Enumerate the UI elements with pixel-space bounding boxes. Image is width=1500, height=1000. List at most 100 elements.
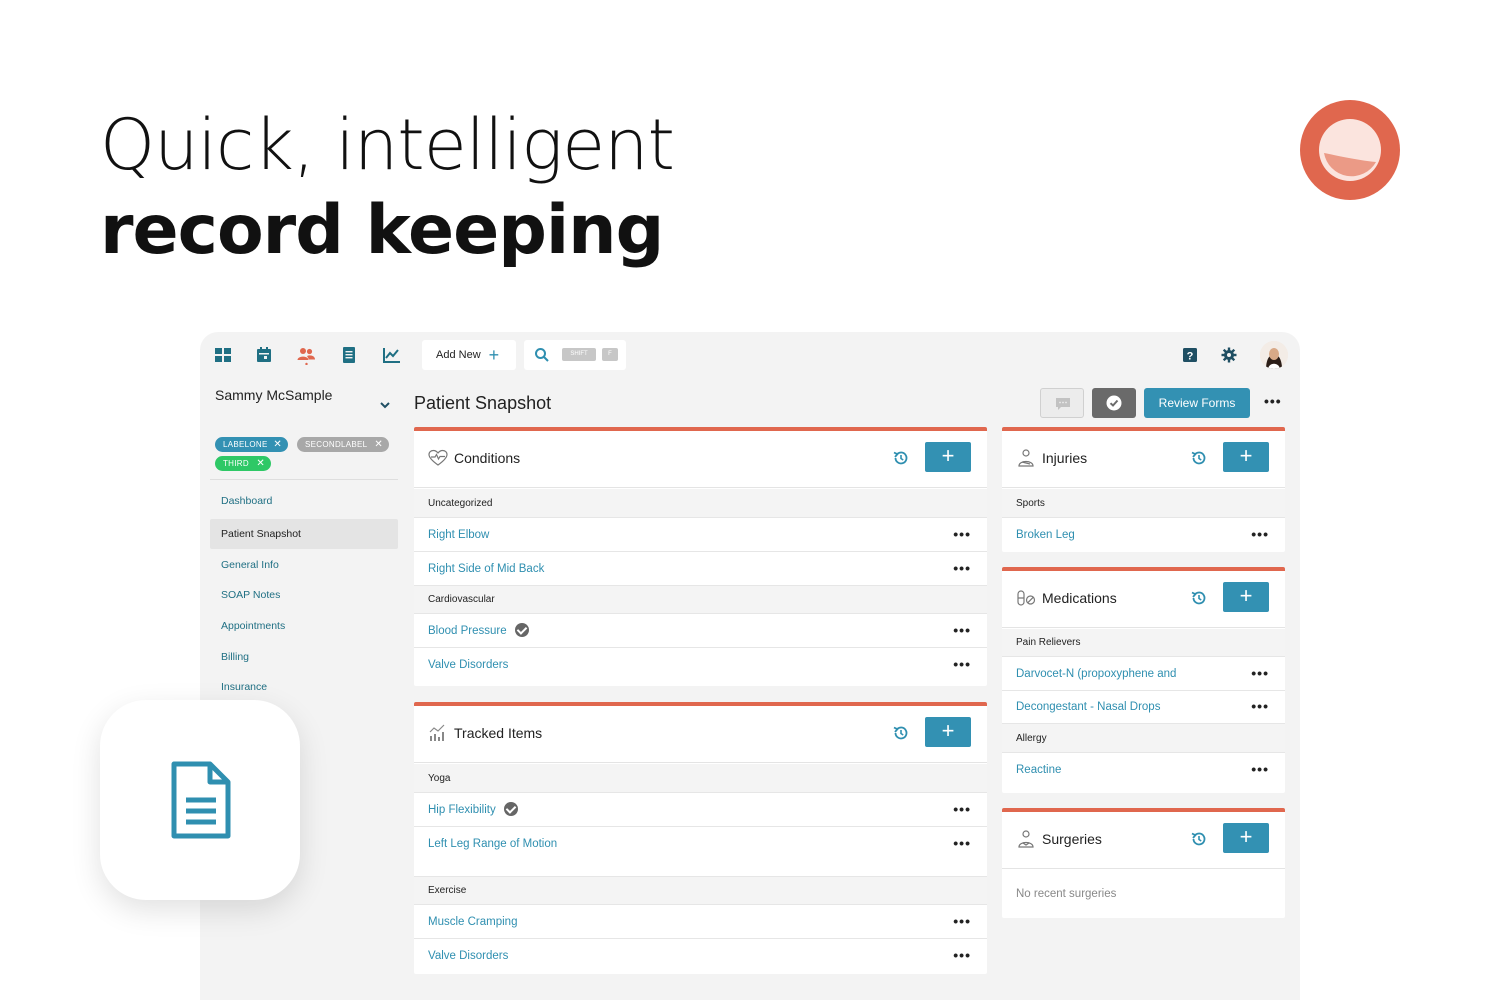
more-options-icon[interactable]: •••	[953, 657, 971, 671]
headline-line2: record keeping	[100, 191, 664, 270]
more-options-icon[interactable]: •••	[1251, 666, 1269, 680]
item-label: Darvocet-N (propoxyphene and	[1016, 668, 1177, 680]
sidebar-item-soap-notes[interactable]: SOAP Notes	[210, 580, 398, 610]
medications-panel: Medications + Pain Relievers Darvocet-N …	[1002, 567, 1285, 793]
history-icon[interactable]	[892, 449, 910, 467]
list-item[interactable]: Muscle Cramping •••	[414, 905, 987, 939]
gear-icon[interactable]	[1220, 346, 1238, 364]
notes-icon[interactable]	[339, 345, 359, 365]
avatar[interactable]	[1260, 341, 1288, 369]
list-item[interactable]: Valve Disorders •••	[414, 939, 987, 973]
more-options-icon[interactable]: •••	[953, 623, 971, 637]
calendar-icon[interactable]	[254, 345, 274, 365]
item-label: Valve Disorders	[428, 659, 509, 671]
message-button[interactable]	[1040, 388, 1084, 418]
patient-name[interactable]: Sammy McSample	[215, 387, 335, 404]
item-label: Muscle Cramping	[428, 916, 518, 928]
more-options-icon[interactable]: •••	[1251, 762, 1269, 776]
panel-title: Conditions	[454, 450, 521, 466]
history-icon[interactable]	[1190, 589, 1208, 607]
patients-icon[interactable]	[296, 345, 316, 365]
injured-person-icon	[1018, 449, 1034, 467]
patient-label[interactable]: LABELONE ✕	[215, 437, 288, 452]
check-circle-icon	[514, 622, 529, 637]
panel-header: Conditions +	[414, 431, 987, 488]
list-item[interactable]: Right Elbow •••	[414, 518, 987, 552]
dashboard-icon[interactable]	[213, 345, 233, 365]
add-surgery-button[interactable]: +	[1223, 823, 1269, 853]
list-item[interactable]: Left Leg Range of Motion •••	[414, 827, 987, 877]
item-label: Valve Disorders	[428, 950, 509, 962]
more-options-icon[interactable]: •••	[953, 561, 971, 575]
add-injury-button[interactable]: +	[1223, 442, 1269, 472]
top-toolbar: Add New + SHIFT F ?	[200, 332, 1300, 378]
more-options-icon[interactable]: •••	[953, 527, 971, 541]
panel-title: Injuries	[1042, 450, 1088, 466]
conditions-panel: Conditions + Uncategorized Right Elbow •…	[414, 427, 987, 686]
svg-text:?: ?	[1187, 351, 1194, 363]
category-row: Allergy	[1002, 724, 1285, 753]
category-row: Uncategorized	[414, 489, 987, 518]
more-options-icon[interactable]: •••	[1251, 699, 1269, 713]
add-medication-button[interactable]: +	[1223, 582, 1269, 612]
panel-title: Surgeries	[1042, 831, 1102, 847]
sidebar-item-dashboard[interactable]: Dashboard	[210, 486, 398, 516]
heart-pulse-icon	[428, 449, 448, 466]
sidebar-item-general-info[interactable]: General Info	[210, 550, 398, 580]
list-item[interactable]: Right Side of Mid Back •••	[414, 552, 987, 586]
item-label: Blood Pressure	[428, 625, 507, 637]
patient-label[interactable]: THIRD ✕	[215, 456, 271, 471]
document-feature-card	[100, 700, 300, 900]
list-item[interactable]: Hip Flexibility •••	[414, 793, 987, 827]
pills-icon	[1017, 590, 1036, 606]
list-item[interactable]: Reactine •••	[1002, 753, 1285, 787]
close-icon[interactable]: ✕	[374, 437, 383, 452]
add-new-label: Add New	[436, 349, 481, 361]
shortcut-shift: SHIFT	[562, 348, 596, 361]
panel-header: Surgeries +	[1002, 812, 1285, 869]
sidebar-item-appointments[interactable]: Appointments	[210, 611, 398, 641]
chevron-down-icon[interactable]	[378, 398, 392, 412]
history-icon[interactable]	[1190, 830, 1208, 848]
patient-label[interactable]: SECONDLABEL ✕	[297, 437, 389, 452]
review-forms-button[interactable]: Review Forms	[1144, 388, 1250, 418]
approve-button[interactable]	[1092, 388, 1136, 418]
chart-icon[interactable]	[382, 345, 402, 365]
sidebar-item-patient-snapshot[interactable]: Patient Snapshot	[210, 519, 398, 549]
brand-logo-icon	[1300, 100, 1400, 200]
check-circle-icon	[1106, 395, 1122, 411]
add-new-button[interactable]: Add New +	[422, 340, 516, 370]
add-tracked-item-button[interactable]: +	[925, 717, 971, 747]
history-icon[interactable]	[1190, 449, 1208, 467]
shortcut-f: F	[602, 348, 618, 361]
list-item[interactable]: Valve Disorders •••	[414, 648, 987, 682]
panel-header: Injuries +	[1002, 431, 1285, 488]
more-options-icon[interactable]: •••	[953, 914, 971, 928]
more-options-icon[interactable]: •••	[953, 802, 971, 816]
sidebar-item-insurance[interactable]: Insurance	[210, 672, 398, 702]
label-text: SECONDLABEL	[305, 440, 368, 449]
add-condition-button[interactable]: +	[925, 442, 971, 472]
history-icon[interactable]	[892, 724, 910, 742]
item-label: Right Elbow	[428, 529, 490, 541]
list-item[interactable]: Darvocet-N (propoxyphene and •••	[1002, 657, 1285, 691]
more-options-icon[interactable]: •••	[1264, 394, 1282, 408]
headline-line1: Quick, intelligent	[100, 104, 675, 186]
more-options-icon[interactable]: •••	[953, 948, 971, 962]
item-label: Broken Leg	[1016, 529, 1075, 541]
sidebar-item-billing[interactable]: Billing	[210, 642, 398, 672]
surgeries-panel: Surgeries + No recent surgeries	[1002, 808, 1285, 918]
more-options-icon[interactable]: •••	[1251, 527, 1269, 541]
close-icon[interactable]: ✕	[273, 437, 282, 452]
empty-state-text: No recent surgeries	[1016, 888, 1117, 900]
category-row: Cardiovascular	[414, 586, 987, 614]
label-text: LABELONE	[223, 440, 268, 449]
search-button[interactable]: SHIFT F	[524, 340, 626, 370]
list-item[interactable]: Broken Leg •••	[1002, 518, 1285, 552]
list-item[interactable]: Blood Pressure •••	[414, 614, 987, 648]
list-item[interactable]: Decongestant - Nasal Drops •••	[1002, 691, 1285, 724]
help-icon[interactable]: ?	[1181, 346, 1199, 364]
more-options-icon[interactable]: •••	[953, 836, 971, 850]
marketing-stage: Quick, intelligent record keeping Add Ne…	[0, 0, 1500, 1000]
close-icon[interactable]: ✕	[256, 456, 265, 471]
